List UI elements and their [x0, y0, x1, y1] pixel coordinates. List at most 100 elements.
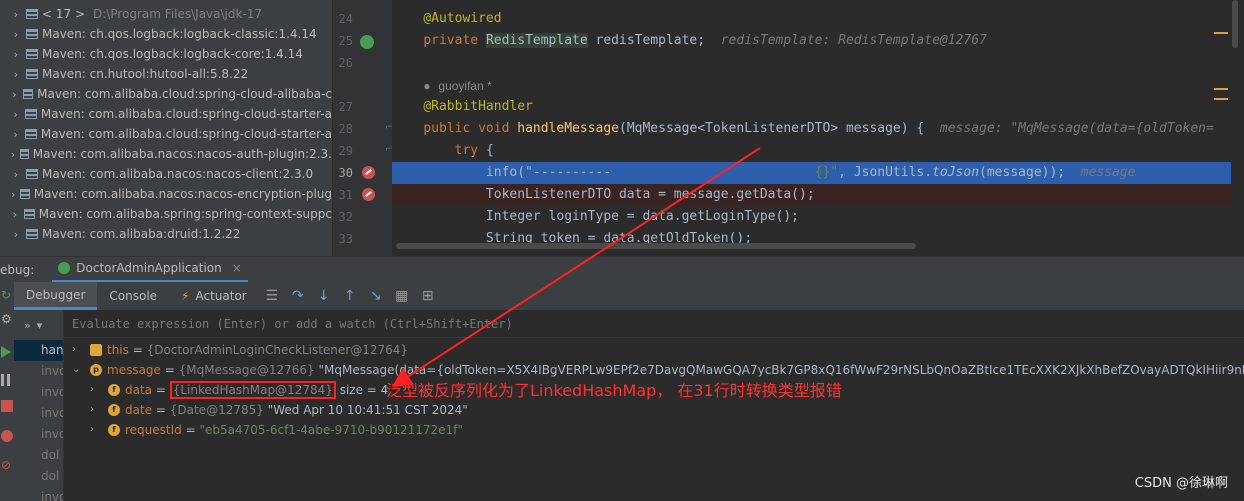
tree-item-label: Maven: ch.qos.logback:logback-classic:1.… — [42, 27, 317, 41]
expand-icon[interactable]: » — [24, 319, 31, 332]
chevron-right-icon[interactable]: › — [6, 228, 26, 241]
pause-icon[interactable] — [1, 374, 13, 386]
editor-gutter[interactable]: 24 25 26 27 28 ⌐ 29 ⌐ 30 31 32 33 — [332, 0, 393, 256]
variable-content: requestId = "eb5a4705-6cf1-4abe-9710-b90… — [125, 420, 463, 440]
tree-item-library[interactable]: › Maven: com.alibaba.nacos:nacos-auth-plu… — [0, 144, 332, 164]
frame-item[interactable]: invo — [14, 361, 63, 382]
inline-debug-hint: message — [1080, 165, 1136, 180]
code-editor[interactable]: @Autowired private RedisTemplate redisTe… — [392, 0, 1244, 256]
frame-item[interactable]: han — [14, 340, 63, 361]
warning-marker[interactable] — [1214, 88, 1228, 90]
tree-item-library[interactable]: › Maven: cn.hutool:hutool-all:5.8.22 — [0, 64, 332, 84]
evaluate-icon[interactable]: ▦ — [389, 282, 415, 310]
step-over-icon[interactable]: ↷ — [285, 282, 311, 310]
scrollbar-thumb[interactable] — [396, 243, 916, 249]
frame-item[interactable]: invo — [14, 424, 63, 445]
frame-item[interactable]: invo — [14, 403, 63, 424]
chevron-right-icon[interactable]: › — [6, 128, 25, 141]
variable-row-this[interactable]: › this = {DoctorAdminLoginCheckListener@… — [64, 340, 1244, 360]
settings-icon[interactable]: ⚙ — [1, 312, 13, 326]
code-token: public — [423, 121, 471, 136]
vertical-scrollbar[interactable] — [1231, 0, 1244, 256]
close-icon[interactable]: × — [232, 261, 242, 275]
equals: = — [160, 363, 179, 377]
chevron-right-icon[interactable]: › — [6, 108, 25, 121]
chevron-right-icon[interactable]: › — [6, 148, 20, 161]
frame-item[interactable]: invo — [14, 382, 63, 403]
annotation-text: 泛型被反序列化为了LinkedHashMap， 在31行时转换类型报错 — [386, 381, 842, 400]
frame-item[interactable]: dol — [14, 466, 63, 487]
evaluate-expression-input[interactable]: Evaluate expression (Enter) or add a wat… — [64, 310, 1244, 338]
frame-item[interactable]: invo — [14, 487, 63, 501]
frames-header: » ▾ — [14, 310, 63, 340]
run-config-tab[interactable]: DoctorAdminApplication × — [52, 257, 248, 283]
code-line-25: private RedisTemplate redisTemplate; red… — [392, 30, 1244, 52]
chevron-right-icon[interactable]: › — [90, 380, 100, 400]
code-token: (message)); — [979, 165, 1066, 180]
trace-icon[interactable]: ⊞ — [415, 282, 441, 310]
line-number: 32 — [338, 210, 353, 224]
chevron-right-icon[interactable]: › — [6, 8, 26, 21]
variable-value: size = 4 — [339, 383, 389, 397]
library-icon — [26, 29, 38, 39]
chevron-right-icon[interactable]: › — [6, 208, 24, 221]
debugger-toolbar: Debugger Console ⚡ Actuator ☰ ↷ ↓ ↑ ↘ ▦ ⊞ — [14, 282, 1244, 310]
library-icon — [26, 69, 38, 79]
rerun-icon[interactable]: ↻ — [1, 288, 13, 302]
tree-item-library[interactable]: › Maven: com.alibaba.nacos:nacos-encrypti… — [0, 184, 332, 204]
tree-item-library[interactable]: › Maven: com.alibaba.cloud:spring-cloud-a… — [0, 84, 332, 104]
code-line-27: @RabbitHandler — [392, 96, 1244, 118]
tree-item-jdk[interactable]: › < 17 > D:\Program Files\Java\jdk-17 — [0, 4, 332, 24]
tree-item-library[interactable]: › Maven: com.alibaba.cloud:spring-cloud-s… — [0, 104, 332, 124]
horizontal-scrollbar[interactable] — [396, 242, 1231, 250]
chevron-right-icon[interactable]: › — [72, 340, 82, 360]
stop-icon[interactable] — [1, 400, 13, 412]
variable-row-requestId[interactable]: › f requestId = "eb5a4705-6cf1-4abe-9710… — [64, 420, 1244, 440]
spring-bean-icon[interactable] — [360, 35, 374, 49]
tab-debugger[interactable]: Debugger — [14, 282, 98, 310]
tab-console[interactable]: Console — [97, 282, 169, 310]
resume-icon[interactable] — [1, 346, 11, 358]
mute-breakpoints-icon[interactable]: ⊘ — [1, 458, 13, 472]
chevron-right-icon[interactable]: › — [6, 28, 26, 41]
code-token: toJson — [932, 165, 980, 180]
code-line-28: public void handleMessage(MqMessage<Toke… — [392, 118, 1244, 140]
step-out-icon[interactable]: ↑ — [337, 282, 363, 310]
frame-item[interactable]: dol — [14, 445, 63, 466]
chevron-right-icon[interactable]: › — [6, 68, 26, 81]
tree-item-library[interactable]: › Maven: com.alibaba.spring:spring-contex… — [0, 204, 332, 224]
view-breakpoints-icon[interactable] — [1, 430, 13, 442]
variable-row-date[interactable]: › f date = {Date@12785} "Wed Apr 10 10:4… — [64, 400, 1244, 420]
code-token: { — [485, 143, 494, 158]
warning-marker[interactable] — [1214, 32, 1228, 34]
execution-line: info("---------- {}", JsonUtils.toJson(m… — [392, 162, 1244, 184]
tree-item-library[interactable]: › Maven: ch.qos.logback:logback-classic:1… — [0, 24, 332, 44]
chevron-down-icon[interactable]: ▾ — [37, 319, 43, 332]
chevron-right-icon[interactable]: › — [90, 400, 100, 420]
step-into-icon[interactable]: ↓ — [311, 282, 337, 310]
code-line-24: @Autowired — [392, 8, 1244, 30]
chevron-right-icon[interactable]: › — [6, 88, 23, 101]
tree-item-label: Maven: com.alibaba.nacos:nacos-encryptio… — [33, 187, 332, 201]
chevron-right-icon[interactable]: › — [6, 168, 26, 181]
warning-marker[interactable] — [1214, 98, 1228, 100]
breakpoint-icon[interactable] — [362, 188, 375, 201]
tree-item-library[interactable]: › Maven: com.alibaba:druid:1.2.22 — [0, 224, 332, 244]
tree-item-label: Maven: cn.hutool:hutool-all:5.8.22 — [42, 67, 249, 81]
chevron-right-icon[interactable]: › — [90, 420, 100, 440]
tab-actuator[interactable]: ⚡ Actuator — [169, 282, 259, 310]
code-token: try — [454, 143, 479, 158]
chevron-right-icon[interactable]: › — [6, 48, 26, 61]
tree-item-library[interactable]: › Maven: com.alibaba.cloud:spring-cloud-s… — [0, 124, 332, 144]
chevron-right-icon[interactable]: › — [6, 188, 20, 201]
actuator-icon: ⚡ — [181, 289, 190, 303]
run-to-cursor-icon[interactable]: ↘ — [363, 282, 389, 310]
scrollbar-thumb[interactable] — [1232, 0, 1238, 48]
breakpoint-icon[interactable] — [362, 166, 375, 179]
line-number: 24 — [338, 12, 353, 26]
tree-item-library[interactable]: › Maven: com.alibaba.nacos:nacos-client:2… — [0, 164, 332, 184]
tree-item-library[interactable]: › Maven: ch.qos.logback:logback-core:1.4.… — [0, 44, 332, 64]
chevron-down-icon[interactable]: ⌄ — [72, 360, 82, 380]
code-token: , JsonUtils. — [838, 165, 933, 180]
menu-icon[interactable]: ☰ — [259, 282, 285, 310]
